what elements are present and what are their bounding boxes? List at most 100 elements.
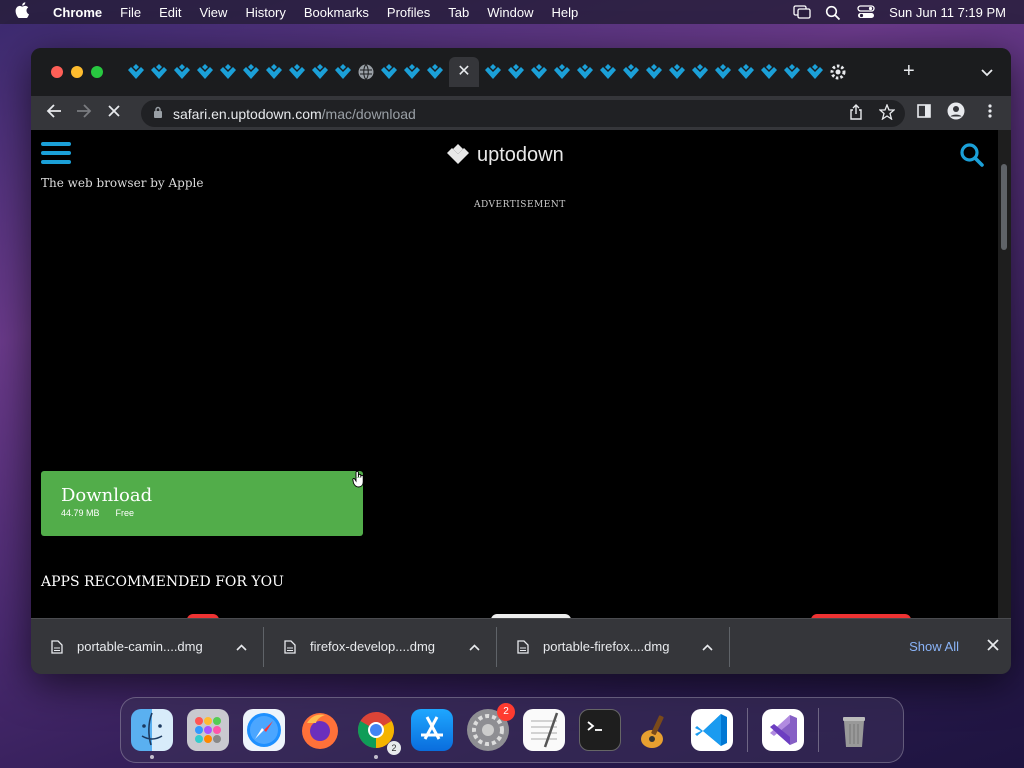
close-window-button[interactable] xyxy=(51,66,63,78)
menu-help[interactable]: Help xyxy=(543,5,588,20)
download-filename: firefox-develop....dmg xyxy=(310,639,436,654)
download-item[interactable]: firefox-develop....dmg xyxy=(264,626,497,667)
uptodown-favicon-icon[interactable] xyxy=(760,63,778,81)
tab-strip: ✕ + xyxy=(31,48,1011,96)
uptodown-favicon-icon[interactable] xyxy=(668,63,686,81)
globe-favicon-icon[interactable] xyxy=(357,63,375,81)
menu-app-name[interactable]: Chrome xyxy=(44,5,111,20)
uptodown-favicon-icon[interactable] xyxy=(196,63,214,81)
menu-tab[interactable]: Tab xyxy=(439,5,478,20)
uptodown-favicon-icon[interactable] xyxy=(219,63,237,81)
menu-edit[interactable]: Edit xyxy=(150,5,190,20)
safari-icon[interactable] xyxy=(243,709,285,751)
apple-menu-icon[interactable] xyxy=(0,2,44,22)
close-shelf-icon[interactable] xyxy=(987,638,999,656)
download-filename: portable-camin....dmg xyxy=(77,639,203,654)
uptodown-favicon-icon[interactable] xyxy=(576,63,594,81)
uptodown-favicon-icon[interactable] xyxy=(265,63,283,81)
download-item[interactable]: portable-firefox....dmg xyxy=(497,626,730,667)
uptodown-favicon-icon[interactable] xyxy=(150,63,168,81)
vscode-icon[interactable] xyxy=(691,709,733,751)
uptodown-favicon-icon[interactable] xyxy=(173,63,191,81)
visual-studio-icon[interactable] xyxy=(762,709,804,751)
url-host: safari.en.uptodown.com xyxy=(173,105,322,122)
control-center-icon[interactable] xyxy=(857,5,875,19)
uptodown-favicon-icon[interactable] xyxy=(737,63,755,81)
menu-profiles[interactable]: Profiles xyxy=(378,5,439,20)
textedit-icon[interactable] xyxy=(523,709,565,751)
search-icon[interactable] xyxy=(959,142,985,168)
screen-mirroring-icon[interactable] xyxy=(793,5,811,19)
uptodown-favicon-icon[interactable] xyxy=(806,63,824,81)
finder-icon[interactable] xyxy=(131,709,173,759)
menubar-clock[interactable]: Sun Jun 11 7:19 PM xyxy=(889,5,1006,20)
uptodown-favicon-icon[interactable] xyxy=(426,63,444,81)
menu-view[interactable]: View xyxy=(190,5,236,20)
chrome-menu-icon[interactable] xyxy=(975,103,1005,123)
chevron-up-icon[interactable] xyxy=(469,640,480,654)
scrollbar-thumb[interactable] xyxy=(1001,164,1007,250)
download-license: Free xyxy=(115,508,135,518)
tab-search-chevron-icon[interactable] xyxy=(981,64,993,80)
uptodown-favicon-icon[interactable] xyxy=(714,63,732,81)
uptodown-favicon-icon[interactable] xyxy=(599,63,617,81)
uptodown-favicon-icon[interactable] xyxy=(530,63,548,81)
file-icon xyxy=(284,639,296,654)
menu-history[interactable]: History xyxy=(236,5,294,20)
uptodown-favicon-icon[interactable] xyxy=(288,63,306,81)
app-store-icon[interactable] xyxy=(411,709,453,751)
download-size: 44.79 MB xyxy=(61,508,100,518)
uptodown-logo[interactable]: uptodown xyxy=(445,142,564,168)
stop-loading-icon[interactable] xyxy=(99,104,129,123)
uptodown-favicon-icon[interactable] xyxy=(334,63,352,81)
uptodown-favicon-icon[interactable] xyxy=(127,63,145,81)
dock-separator xyxy=(747,708,748,752)
share-icon[interactable] xyxy=(849,104,863,123)
terminal-icon[interactable] xyxy=(579,709,621,751)
zoom-window-button[interactable] xyxy=(91,66,103,78)
profile-avatar-icon[interactable] xyxy=(941,102,971,125)
uptodown-favicon-icon[interactable] xyxy=(645,63,663,81)
trash-icon[interactable] xyxy=(833,709,875,751)
hamburger-menu-icon[interactable] xyxy=(41,142,71,166)
uptodown-favicon-icon[interactable] xyxy=(242,63,260,81)
uptodown-favicon-icon[interactable] xyxy=(553,63,571,81)
bookmark-star-icon[interactable] xyxy=(878,103,896,123)
uptodown-favicon-icon[interactable] xyxy=(783,63,801,81)
spotlight-search-icon[interactable] xyxy=(825,5,843,21)
chevron-up-icon[interactable] xyxy=(236,640,247,654)
uptodown-favicon-icon[interactable] xyxy=(691,63,709,81)
close-tab-icon[interactable]: ✕ xyxy=(449,57,479,87)
settings-gear-icon[interactable] xyxy=(829,63,847,81)
uptodown-favicon-icon[interactable] xyxy=(403,63,421,81)
side-panel-icon[interactable] xyxy=(909,103,939,123)
hand-cursor-icon xyxy=(352,470,366,488)
uptodown-favicon-icon[interactable] xyxy=(484,63,502,81)
download-label: Download xyxy=(61,485,153,506)
show-all-downloads-link[interactable]: Show All xyxy=(909,639,959,654)
chrome-icon[interactable]: 2 xyxy=(355,709,401,759)
uptodown-favicon-icon[interactable] xyxy=(622,63,640,81)
lock-icon[interactable] xyxy=(153,106,163,121)
minimize-window-button[interactable] xyxy=(71,66,83,78)
menu-file[interactable]: File xyxy=(111,5,150,20)
uptodown-favicon-icon[interactable] xyxy=(311,63,329,81)
recommended-heading: APPS RECOMMENDED FOR YOU xyxy=(41,574,284,590)
garageband-icon[interactable] xyxy=(635,709,677,751)
download-item[interactable]: portable-camin....dmg xyxy=(31,626,264,667)
uptodown-favicon-icon[interactable] xyxy=(507,63,525,81)
back-arrow-icon[interactable] xyxy=(39,103,69,123)
menu-bookmarks[interactable]: Bookmarks xyxy=(295,5,378,20)
page-scrollbar[interactable] xyxy=(998,130,1011,618)
address-bar[interactable]: safari.en.uptodown.com/mac/download xyxy=(141,100,905,127)
launchpad-icon[interactable] xyxy=(187,709,229,751)
menu-window[interactable]: Window xyxy=(478,5,542,20)
system-preferences-icon[interactable]: 2 xyxy=(467,703,515,751)
download-button[interactable]: Download 44.79 MB Free xyxy=(41,471,363,536)
chrome-window: ✕ + safari.en.uptodown.com/mac/download xyxy=(31,48,1011,674)
new-tab-button[interactable]: + xyxy=(903,60,915,83)
uptodown-favicon-icon[interactable] xyxy=(380,63,398,81)
forward-arrow-icon[interactable] xyxy=(69,103,99,123)
firefox-icon[interactable] xyxy=(299,709,341,751)
chevron-up-icon[interactable] xyxy=(702,640,713,654)
